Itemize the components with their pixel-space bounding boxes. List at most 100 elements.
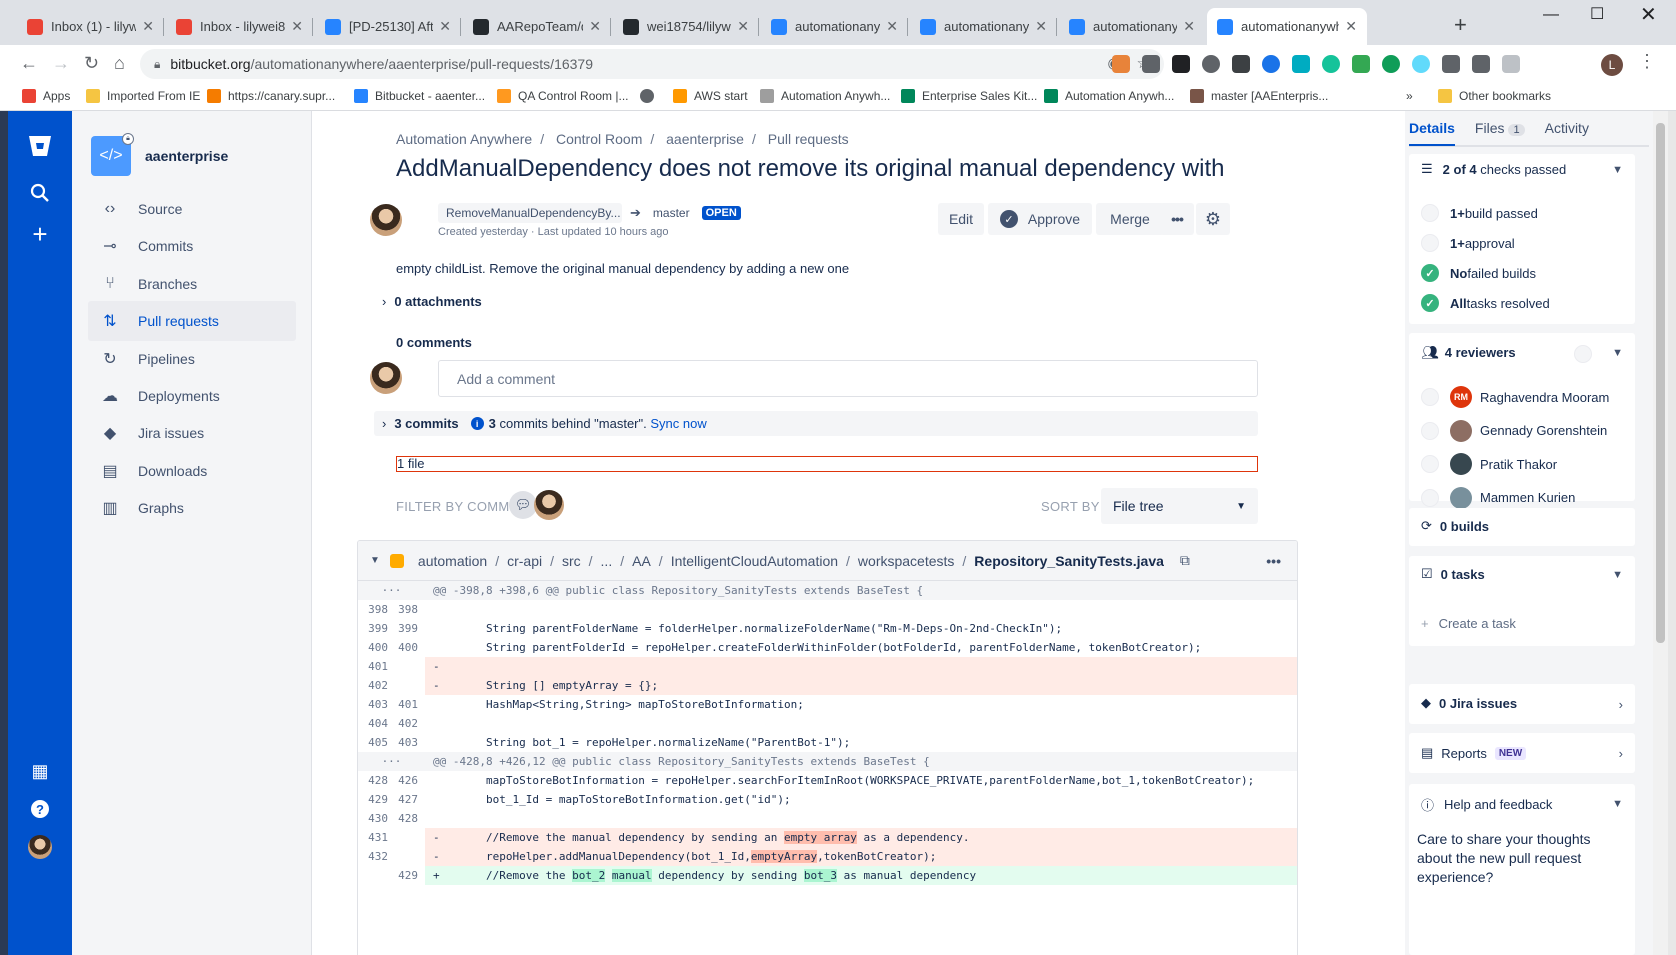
bookmark-item[interactable]: AWS start xyxy=(673,89,748,103)
sidebar-item-deployments[interactable]: ☁ Deployments xyxy=(88,376,296,416)
bookmark-item[interactable]: QA Control Room |... xyxy=(497,89,629,103)
chevron-down-icon[interactable]: ▼ xyxy=(1612,798,1623,810)
file-more-icon[interactable]: ••• xyxy=(1266,553,1281,569)
extensions-puzzle-icon[interactable] xyxy=(1442,55,1460,73)
tab-close-icon[interactable]: ✕ xyxy=(1345,18,1357,35)
new-tab-button[interactable]: + xyxy=(1454,12,1467,38)
puzzle-green-extension-icon[interactable] xyxy=(1352,55,1370,73)
bookmark-item[interactable]: Imported From IE xyxy=(86,89,200,103)
sidebar-item-pull-requests[interactable]: ⇅ Pull requests xyxy=(88,301,296,342)
help-icon[interactable]: ? xyxy=(8,799,72,819)
react-extension-icon[interactable] xyxy=(1412,55,1430,73)
sidebar-item-branches[interactable]: ⑂ Branches xyxy=(88,264,296,304)
green-dot-extension-icon[interactable] xyxy=(1382,55,1400,73)
bitbucket-logo-icon[interactable] xyxy=(8,133,72,159)
bookmark-item[interactable]: https://canary.supr... xyxy=(207,89,335,103)
home-icon[interactable]: ⌂ xyxy=(114,53,125,74)
blue-extension-icon[interactable] xyxy=(1262,55,1280,73)
bookmark-item[interactable]: Apps xyxy=(22,89,70,103)
source-branch[interactable]: RemoveManualDependencyBy... xyxy=(438,203,622,223)
page-scrollbar[interactable] xyxy=(1653,111,1668,955)
sync-now-link[interactable]: Sync now xyxy=(650,416,706,431)
copy-icon[interactable]: ⧉ xyxy=(1180,552,1190,569)
help-feedback-row[interactable]: ⓘ Help and feedback xyxy=(1421,795,1552,814)
breadcrumb-item[interactable]: aaenterprise xyxy=(666,131,744,147)
sidebar-item-pipelines[interactable]: ↻ Pipelines xyxy=(88,339,296,379)
grammarly-extension-icon[interactable] xyxy=(1322,55,1340,73)
attachments-toggle[interactable]: › 0 attachments xyxy=(382,294,482,309)
diff-gutter[interactable]: ··· xyxy=(358,581,425,600)
tab-close-icon[interactable]: ✕ xyxy=(439,18,451,35)
terminal-extension-icon[interactable] xyxy=(1172,55,1190,73)
tab-close-icon[interactable]: ✕ xyxy=(142,18,154,35)
bookmark-item[interactable]: Bitbucket - aaenter... xyxy=(354,89,485,103)
scrollbar-thumb[interactable] xyxy=(1656,123,1665,643)
repository-header[interactable]: </> 🔒︎ aaenterprise xyxy=(91,133,228,176)
tab-close-icon[interactable]: ✕ xyxy=(737,18,749,35)
forward-icon[interactable]: → xyxy=(52,53,70,74)
browser-tab[interactable]: automationanywh ✕ xyxy=(1059,8,1205,45)
bookmark-item[interactable]: Automation Anywh... xyxy=(1044,89,1174,103)
sidebar-item-commits[interactable]: ⊸ Commits xyxy=(88,226,296,266)
bookmark-item[interactable]: Automation Anywh... xyxy=(760,89,890,103)
reviewer-item[interactable]: RM Raghavendra Mooram xyxy=(1421,386,1609,408)
reviewer-item[interactable]: Mammen Kurien xyxy=(1421,486,1575,509)
comment-filter-icon[interactable]: 💬︎ xyxy=(509,491,537,519)
tab-close-icon[interactable]: ✕ xyxy=(291,18,303,35)
search-icon[interactable] xyxy=(8,183,72,203)
tab-close-icon[interactable]: ✕ xyxy=(1183,18,1195,35)
target-branch[interactable]: master xyxy=(649,206,694,220)
close-window-icon[interactable]: ✕ xyxy=(1640,2,1657,27)
commits-bar[interactable]: › 3 commits i 3 commits behind "master".… xyxy=(374,411,1258,436)
breadcrumb-item[interactable]: Control Room xyxy=(556,131,642,147)
add-comment-input[interactable]: Add a comment xyxy=(438,360,1258,397)
chevron-down-icon[interactable]: ▼ xyxy=(1612,347,1623,359)
jira-card[interactable]: ◆ 0 Jira issues › xyxy=(1409,684,1635,724)
reviewer-item[interactable]: Gennady Gorenshtein xyxy=(1421,419,1607,442)
bookmark-item[interactable] xyxy=(640,89,661,103)
back-icon[interactable]: ← xyxy=(20,53,38,74)
browser-menu-icon[interactable]: ⋮ xyxy=(1638,51,1656,72)
sidebar-item-jira-issues[interactable]: ◆ Jira issues xyxy=(88,413,296,453)
browser-tab[interactable]: AARepoTeam/qa- ✕ xyxy=(463,8,611,45)
diff-gutter[interactable]: ··· xyxy=(358,752,425,771)
other-bookmarks[interactable]: Other bookmarks xyxy=(1438,89,1551,103)
bookmark-item[interactable]: master [AAEnterpris... xyxy=(1190,89,1328,103)
minimize-icon[interactable]: — xyxy=(1543,6,1559,24)
browser-tab[interactable]: automationanywh ✕ xyxy=(910,8,1057,45)
metamask-extension-icon[interactable] xyxy=(1112,55,1130,73)
browser-tab[interactable]: wei18754/lilywei1 ✕ xyxy=(613,8,759,45)
maximize-icon[interactable]: ☐ xyxy=(1590,4,1604,24)
checks-summary[interactable]: ☰ 2 of 4 checks passed xyxy=(1421,161,1566,177)
chevron-down-icon[interactable]: ▼ xyxy=(1612,164,1623,176)
merge-button[interactable]: Merge xyxy=(1096,203,1164,235)
user-avatar[interactable] xyxy=(8,835,72,859)
reviewer-item[interactable]: Pratik Thakor xyxy=(1421,453,1557,476)
browser-tab[interactable]: automationanywh ✕ xyxy=(1207,8,1367,45)
bookmark-item[interactable]: Enterprise Sales Kit... xyxy=(901,89,1037,103)
browser-tab[interactable]: Inbox (1) - lilywei ✕ xyxy=(17,8,164,45)
browser-tab[interactable]: automationanywh ✕ xyxy=(761,8,908,45)
app-switcher-icon[interactable]: ▦ xyxy=(8,761,72,782)
sidebar-item-downloads[interactable]: ▤ Downloads xyxy=(88,451,296,491)
browser-tab[interactable]: Inbox - lilywei888 ✕ xyxy=(166,8,313,45)
info-extension-icon[interactable] xyxy=(1142,55,1160,73)
chevron-down-icon[interactable]: ▼ xyxy=(1612,569,1623,581)
reading-list-icon[interactable] xyxy=(1472,55,1490,73)
builds-card[interactable]: ⟳ 0 builds xyxy=(1409,508,1635,546)
reports-card[interactable]: ▤ Reports NEW › xyxy=(1409,733,1635,773)
approve-button[interactable]: ✓ Approve xyxy=(988,203,1092,235)
address-bar[interactable]: 🔒︎ bitbucket.org/automationanywhere/aaen… xyxy=(140,49,1164,79)
collapse-chevron-icon[interactable]: ▼ xyxy=(370,555,380,566)
dots-extension-icon[interactable] xyxy=(1232,55,1250,73)
sidebar-item-graphs[interactable]: ▥ Graphs xyxy=(88,488,296,528)
circle-extension-icon[interactable] xyxy=(1202,55,1220,73)
create-icon[interactable]: + xyxy=(8,219,72,250)
lock-icon[interactable]: 🔒︎ xyxy=(154,57,160,72)
tab-files[interactable]: Files 1 xyxy=(1475,120,1525,136)
tab-close-icon[interactable]: ✕ xyxy=(886,18,898,35)
edit-button[interactable]: Edit xyxy=(938,203,984,235)
reload-icon[interactable]: ↻ xyxy=(84,53,99,74)
breadcrumb-item[interactable]: Pull requests xyxy=(768,131,849,147)
tab-close-icon[interactable]: ✕ xyxy=(1035,18,1047,35)
